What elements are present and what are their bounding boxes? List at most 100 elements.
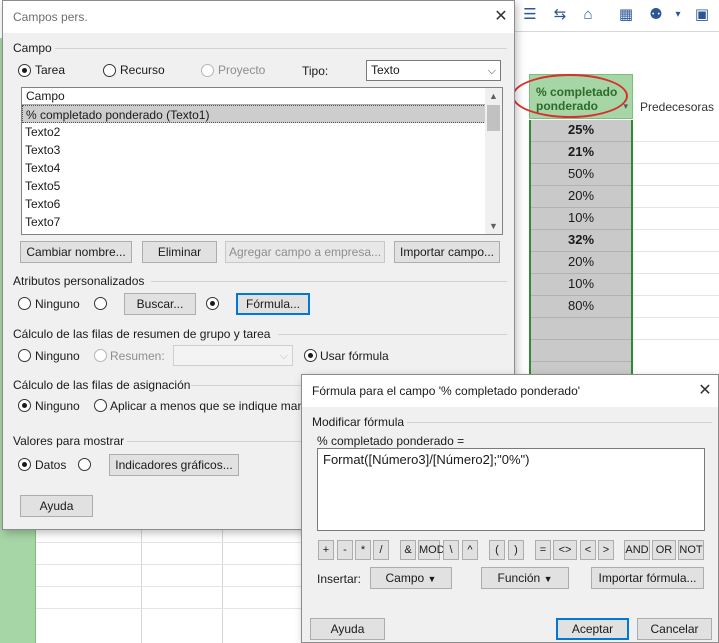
operator-button[interactable]: ) — [508, 540, 524, 560]
cancel-button[interactable]: Cancelar — [637, 618, 712, 640]
ribbon-strip: ☰ ⇆ ⌂ ▦ ⚉ ▾ ▣ — [515, 0, 719, 32]
rollup-select[interactable]: ⌵ — [173, 345, 293, 366]
chevron-down-icon: ⌵ — [487, 65, 496, 77]
radio-display-data[interactable] — [18, 458, 31, 471]
field-list-item[interactable]: Texto8 — [22, 231, 486, 234]
assign-user-icon[interactable]: ⚉ — [645, 5, 667, 25]
scroll-up-icon[interactable]: ▲ — [485, 88, 502, 104]
operator-button[interactable]: & — [400, 540, 416, 560]
help-button[interactable]: Ayuda — [310, 618, 385, 640]
field-section-label: Campo — [13, 41, 52, 55]
operator-button[interactable]: OR — [652, 540, 676, 560]
cell-divider — [531, 361, 631, 362]
operator-button[interactable]: < — [580, 540, 596, 560]
import-field-button[interactable]: Importar campo... — [394, 241, 500, 263]
grid-line — [633, 141, 719, 142]
operator-button[interactable]: AND — [624, 540, 650, 560]
formula-textarea[interactable]: Format([Número3]/[Número2];"0%") — [317, 448, 705, 531]
cell-divider — [531, 229, 631, 230]
tag-icon[interactable]: ⌂ — [577, 5, 599, 25]
radio-project-label: Proyecto — [218, 63, 266, 77]
field-list-item[interactable]: % completado ponderado (Texto1) — [22, 105, 486, 123]
operator-button[interactable]: NOT — [678, 540, 704, 560]
operator-button[interactable]: / — [373, 540, 389, 560]
operator-button[interactable]: + — [318, 540, 334, 560]
percent-cell[interactable]: 10% — [529, 273, 633, 295]
operator-button[interactable]: MOD — [418, 540, 445, 560]
operator-button[interactable]: = — [535, 540, 551, 560]
field-list-item[interactable]: Texto2 — [22, 123, 486, 141]
radio-resource[interactable] — [103, 64, 116, 77]
close-icon[interactable]: ✕ — [491, 7, 511, 27]
dialog-titlebar: Fórmula para el campo '% completado pond… — [302, 375, 718, 407]
calendar-icon[interactable]: ▣ — [691, 5, 713, 25]
task-view-icon[interactable]: ▦ — [615, 5, 637, 25]
operator-button[interactable]: * — [355, 540, 371, 560]
help-button[interactable]: Ayuda — [20, 495, 93, 517]
operator-button[interactable]: \ — [443, 540, 459, 560]
radio-attr-formula[interactable] — [206, 297, 219, 310]
insert-field-button[interactable]: Campo ▼ — [370, 567, 452, 589]
list-scrollbar[interactable]: ▲ ▼ — [485, 88, 502, 234]
close-icon[interactable]: ✕ — [695, 381, 715, 401]
percent-cell[interactable]: 25% — [529, 119, 633, 141]
radio-display-indicators[interactable] — [78, 458, 91, 471]
scroll-down-icon[interactable]: ▼ — [485, 218, 502, 234]
indent-icon[interactable]: ⇆ — [549, 5, 571, 25]
chevron-down-icon[interactable]: ▾ — [667, 5, 689, 25]
radio-summary-none[interactable] — [18, 349, 31, 362]
type-select[interactable]: Texto ⌵ — [366, 60, 501, 81]
lookup-button[interactable]: Buscar... — [124, 293, 196, 315]
percent-cell[interactable]: 80% — [529, 295, 633, 317]
operator-button[interactable]: > — [598, 540, 614, 560]
percent-cell[interactable]: 21% — [529, 141, 633, 163]
radio-attr-lookup[interactable] — [94, 297, 107, 310]
field-list-item[interactable]: Texto4 — [22, 159, 486, 177]
cell-divider — [531, 163, 631, 164]
radio-task[interactable] — [18, 64, 31, 77]
align-icon[interactable]: ☰ — [519, 5, 541, 25]
graphical-indicators-button[interactable]: Indicadores gráficos... — [109, 454, 239, 476]
divider — [55, 48, 507, 49]
percent-cell[interactable]: 32% — [529, 229, 633, 251]
add-to-enterprise-button[interactable]: Agregar campo a empresa... — [225, 241, 385, 263]
radio-summary-rollup[interactable] — [94, 349, 107, 362]
type-select-value: Texto — [371, 63, 400, 77]
field-list-item[interactable]: Texto6 — [22, 195, 486, 213]
dialog-titlebar: Campos pers. ✕ — [3, 1, 514, 33]
ok-button[interactable]: Aceptar — [556, 618, 629, 640]
formula-button[interactable]: Fórmula... — [236, 293, 310, 315]
operator-button[interactable]: ^ — [462, 540, 478, 560]
delete-button[interactable]: Eliminar — [142, 241, 217, 263]
percent-cell[interactable]: 10% — [529, 207, 633, 229]
scroll-thumb[interactable] — [487, 105, 500, 131]
rename-button[interactable]: Cambiar nombre... — [20, 241, 132, 263]
column-header-predecessors[interactable]: Predecesoras — [640, 100, 714, 114]
percent-cell[interactable]: 20% — [529, 251, 633, 273]
values-to-display-label: Valores para mostrar — [13, 434, 125, 448]
radio-assignment-none[interactable] — [18, 399, 31, 412]
operator-button[interactable]: - — [337, 540, 353, 560]
import-formula-button[interactable]: Importar fórmula... — [591, 567, 704, 589]
radio-summary-use-formula[interactable] — [304, 349, 317, 362]
percent-cell[interactable]: 50% — [529, 163, 633, 185]
field-list-item[interactable]: Texto5 — [22, 177, 486, 195]
radio-assignment-rollup[interactable] — [94, 399, 107, 412]
radio-project[interactable] — [201, 64, 214, 77]
percent-cell[interactable]: 20% — [529, 185, 633, 207]
formula-text: Format([Número3]/[Número2];"0%") — [323, 452, 530, 467]
grid-line — [633, 229, 719, 230]
insert-label: Insertar: — [317, 572, 362, 586]
operator-button[interactable]: ( — [489, 540, 505, 560]
field-list-item[interactable]: Texto7 — [22, 213, 486, 231]
chevron-down-icon: ⌵ — [279, 350, 288, 362]
operator-button[interactable]: <> — [553, 540, 577, 560]
field-equals-label: % completado ponderado = — [317, 434, 465, 448]
field-list-item[interactable]: Texto3 — [22, 141, 486, 159]
field-list[interactable]: Campo % completado ponderado (Texto1) Tex… — [21, 87, 503, 235]
radio-attr-none[interactable] — [18, 297, 31, 310]
radio-assignment-rollup-label: Aplicar a menos que se indique manu — [110, 399, 311, 413]
insert-function-button[interactable]: Función ▼ — [481, 567, 569, 589]
cell-divider — [531, 185, 631, 186]
radio-display-data-label: Datos — [35, 458, 67, 472]
